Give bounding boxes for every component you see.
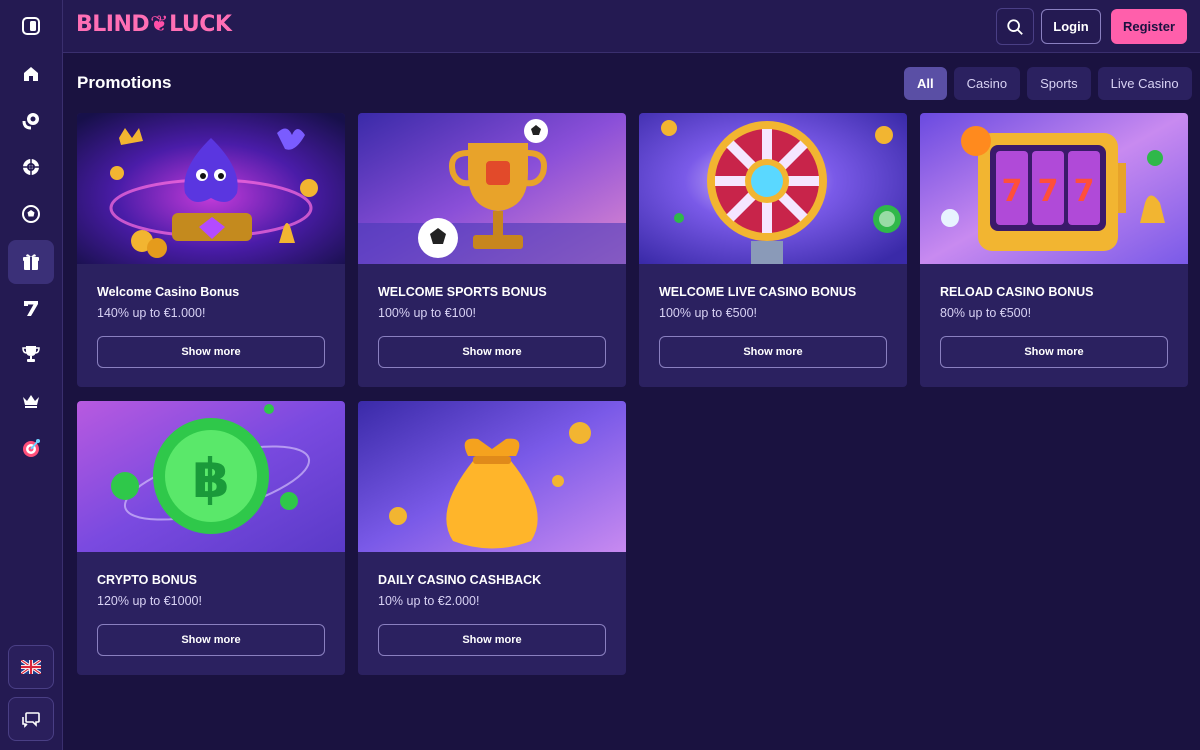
page-title: Promotions [77, 73, 172, 92]
sidebar [0, 0, 63, 750]
svg-text:7: 7 [1074, 174, 1095, 209]
search-button[interactable] [996, 8, 1034, 45]
sidebar-item-tournaments[interactable] [8, 332, 54, 376]
sidebar-item-home[interactable] [8, 52, 54, 96]
promo-card: WELCOME LIVE CASINO BONUS 100% up to €50… [639, 113, 907, 387]
home-icon [24, 67, 38, 81]
register-button[interactable]: Register [1111, 9, 1187, 44]
promo-subtitle: 120% up to €1000! [97, 594, 202, 608]
filter-tab-all[interactable]: All [904, 67, 947, 100]
sidebar-item-promotions[interactable] [8, 240, 54, 284]
gift-icon [23, 254, 39, 270]
promo-title: WELCOME SPORTS BONUS [378, 285, 547, 299]
promo-image [639, 113, 907, 264]
promo-image: 7 7 7 [920, 113, 1188, 264]
sidebar-item-slots[interactable] [8, 286, 54, 330]
uk-flag-icon [21, 660, 41, 674]
show-more-button[interactable]: Show more [659, 336, 887, 368]
roulette-icon [23, 159, 39, 175]
svg-text:7: 7 [1002, 174, 1023, 209]
show-more-button[interactable]: Show more [97, 624, 325, 656]
sidebar-item-missions[interactable] [8, 426, 54, 470]
promo-image [358, 113, 626, 264]
top-bar: BLIND❦LUCK Login Register [63, 0, 1200, 53]
search-icon [1007, 18, 1023, 35]
language-button[interactable] [8, 645, 54, 689]
promo-image [77, 113, 345, 264]
filter-tab-sports[interactable]: Sports [1027, 67, 1091, 100]
promo-subtitle: 100% up to €500! [659, 306, 757, 320]
casino-chips-icon [22, 113, 39, 130]
sidebar-item-vip[interactable] [8, 379, 54, 423]
promo-title: WELCOME LIVE CASINO BONUS [659, 285, 857, 299]
promo-card: Welcome Casino Bonus 140% up to €1.000! … [77, 113, 345, 387]
crown-icon [23, 395, 39, 408]
show-more-button[interactable]: Show more [940, 336, 1168, 368]
collapse-sidebar-icon [22, 17, 40, 35]
svg-text:7: 7 [1038, 174, 1059, 209]
promo-title: Welcome Casino Bonus [97, 285, 240, 299]
promo-image: ฿ [77, 401, 345, 552]
target-icon [23, 439, 40, 457]
filter-tab-casino[interactable]: Casino [953, 67, 1021, 100]
promo-card: ฿ CRYPTO BONUS 120% up to €1000! Show mo… [77, 401, 345, 675]
promo-filter-tabs: All Casino Sports Live Casino [904, 67, 1192, 100]
soccer-ball-icon [22, 205, 40, 223]
trophy-icon [22, 346, 40, 362]
chat-button[interactable] [8, 697, 54, 741]
promo-card: WELCOME SPORTS BONUS 100% up to €100! Sh… [358, 113, 626, 387]
promo-subtitle: 10% up to €2.000! [378, 594, 480, 608]
promo-title: RELOAD CASINO BONUS [940, 285, 1094, 299]
filter-tab-live-casino[interactable]: Live Casino [1097, 67, 1192, 100]
promo-subtitle: 100% up to €100! [378, 306, 476, 320]
svg-text:฿: ฿ [192, 447, 230, 510]
sidebar-item-live-casino[interactable] [8, 145, 54, 189]
show-more-button[interactable]: Show more [378, 336, 606, 368]
sidebar-item-casino[interactable] [8, 99, 54, 143]
promo-title: DAILY CASINO CASHBACK [378, 573, 542, 587]
sidebar-item-sports[interactable] [8, 192, 54, 236]
promo-card: DAILY CASINO CASHBACK 10% up to €2.000! … [358, 401, 626, 675]
promo-subtitle: 80% up to €500! [940, 306, 1032, 320]
brand-logo[interactable]: BLIND❦LUCK [76, 12, 232, 37]
show-more-button[interactable]: Show more [378, 624, 606, 656]
login-button[interactable]: Login [1041, 9, 1101, 44]
collapse-sidebar-button[interactable] [8, 4, 54, 48]
show-more-button[interactable]: Show more [97, 336, 325, 368]
seven-icon [24, 301, 38, 316]
promo-image [358, 401, 626, 552]
promo-card: 7 7 7 RELOAD CASINO BONUS 80% up to €500… [920, 113, 1188, 387]
chat-icon [22, 712, 40, 728]
logo-mark-icon: ❦ [150, 12, 169, 37]
promo-subtitle: 140% up to €1.000! [97, 306, 206, 320]
promo-title: CRYPTO BONUS [97, 573, 198, 587]
